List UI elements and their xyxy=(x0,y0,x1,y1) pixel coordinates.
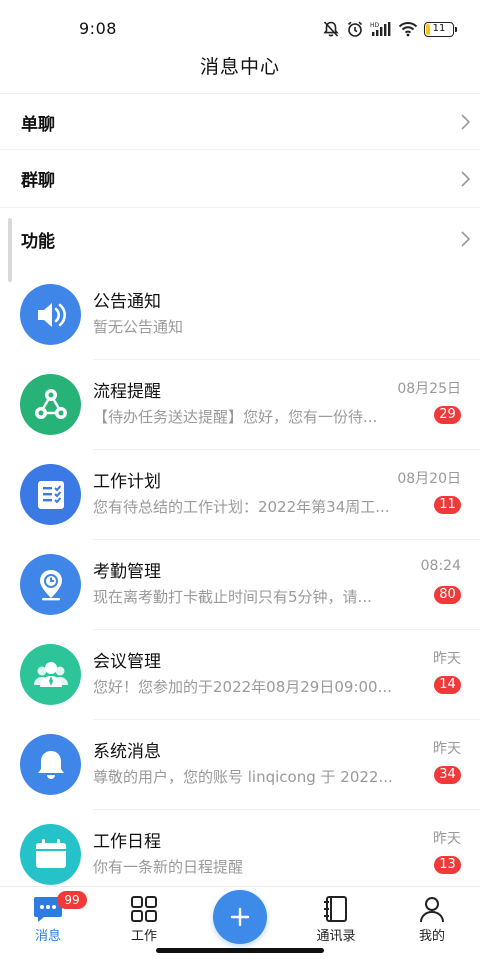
item-title: 公告通知 xyxy=(93,292,161,312)
nav-label: 工作 xyxy=(130,929,157,944)
item-time: 昨天 xyxy=(433,741,461,757)
section-label: 单聊 xyxy=(21,114,55,135)
bell-icon xyxy=(20,734,81,795)
wifi-icon xyxy=(398,22,418,37)
nav-mine[interactable]: 我的 xyxy=(384,887,480,947)
item-time: 昨天 xyxy=(433,831,461,847)
unread-badge: 80 xyxy=(434,586,461,604)
item-preview: 您好！您参加的于2022年08月29日09:00... xyxy=(93,678,392,696)
section-single-chat[interactable]: 单聊 xyxy=(0,95,480,150)
list-item-announcement[interactable]: 公告通知 暂无公告通知 xyxy=(0,270,480,360)
item-time: 08月25日 xyxy=(397,381,461,397)
unread-badge: 29 xyxy=(434,406,461,424)
item-title: 考勤管理 xyxy=(93,562,161,582)
item-title: 系统消息 xyxy=(93,742,161,762)
item-title: 工作计划 xyxy=(93,472,161,492)
location-clock-icon xyxy=(20,554,81,615)
item-title: 流程提醒 xyxy=(93,382,161,402)
list-item-meeting[interactable]: 会议管理 昨天 您好！您参加的于2022年08月29日09:00... 14 xyxy=(0,630,480,720)
item-preview: 尊敬的用户，您的账号 linqicong 于 2022... xyxy=(93,768,393,786)
item-title: 会议管理 xyxy=(93,652,161,672)
person-icon xyxy=(420,897,444,923)
unread-badge: 14 xyxy=(434,676,461,694)
battery-icon: 11 xyxy=(424,21,457,37)
item-time: 08:24 xyxy=(420,558,461,574)
share-flow-icon xyxy=(20,374,81,435)
nav-messages[interactable]: 99 消息 xyxy=(0,887,96,947)
mute-bell-icon xyxy=(323,21,339,37)
unread-badge: 34 xyxy=(434,766,461,784)
item-preview: 您有待总结的工作计划：2022年第34周工... xyxy=(93,498,390,516)
unread-badge: 13 xyxy=(434,856,461,874)
checklist-icon xyxy=(20,464,81,525)
add-button[interactable] xyxy=(213,890,267,944)
item-preview: 现在离考勤打卡截止时间只有5分钟，请... xyxy=(93,588,372,606)
item-preview: 你有一条新的日程提醒 xyxy=(93,858,244,876)
svg-text:HD: HD xyxy=(370,22,380,29)
people-icon xyxy=(20,644,81,705)
hd-signal-icon: HD xyxy=(370,22,391,36)
nav-label: 通讯录 xyxy=(316,929,356,944)
list-item-workflow[interactable]: 流程提醒 08月25日 【待办任务送达提醒】您好，您有一份待... 29 xyxy=(0,360,480,450)
chevron-right-icon xyxy=(461,114,471,130)
grid-icon xyxy=(131,896,157,922)
section-functions[interactable]: 功能 xyxy=(0,208,480,270)
item-title: 工作日程 xyxy=(93,832,161,852)
header: 消息中心 xyxy=(0,44,480,94)
chevron-right-icon xyxy=(461,231,471,247)
battery-level: 11 xyxy=(432,23,446,34)
item-preview: 【待办任务送达提醒】您好，您有一份待... xyxy=(93,408,378,426)
calendar-icon xyxy=(20,824,81,885)
home-indicator[interactable] xyxy=(156,948,324,953)
speaker-icon xyxy=(20,284,81,345)
section-label: 群聊 xyxy=(21,171,55,191)
list-item-system[interactable]: 系统消息 昨天 尊敬的用户，您的账号 linqicong 于 2022... 3… xyxy=(0,720,480,810)
status-icons: HD 11 xyxy=(322,20,457,38)
section-group-chat[interactable]: 群聊 xyxy=(0,150,480,208)
nav-work[interactable]: 工作 xyxy=(96,887,192,947)
unread-badge: 11 xyxy=(434,496,461,514)
status-time: 9:08 xyxy=(79,19,117,38)
page-title: 消息中心 xyxy=(199,56,280,78)
nav-badge: 99 xyxy=(57,891,87,909)
contacts-book-icon xyxy=(324,896,347,922)
item-preview: 暂无公告通知 xyxy=(93,318,184,336)
item-time: 08月20日 xyxy=(397,471,461,487)
section-label: 功能 xyxy=(21,231,55,252)
nav-contacts[interactable]: 通讯录 xyxy=(288,887,384,947)
plus-icon xyxy=(230,907,250,927)
nav-label: 消息 xyxy=(34,929,61,944)
chevron-right-icon xyxy=(461,170,471,187)
list-item-attendance[interactable]: 考勤管理 08:24 现在离考勤打卡截止时间只有5分钟，请... 80 xyxy=(0,540,480,630)
status-bar: 9:08 HD 11 xyxy=(0,0,480,44)
item-time: 昨天 xyxy=(433,651,461,667)
nav-label: 我的 xyxy=(418,929,445,944)
list-item-work-plan[interactable]: 工作计划 08月20日 您有待总结的工作计划：2022年第34周工... 11 xyxy=(0,450,480,540)
alarm-icon xyxy=(347,21,363,37)
